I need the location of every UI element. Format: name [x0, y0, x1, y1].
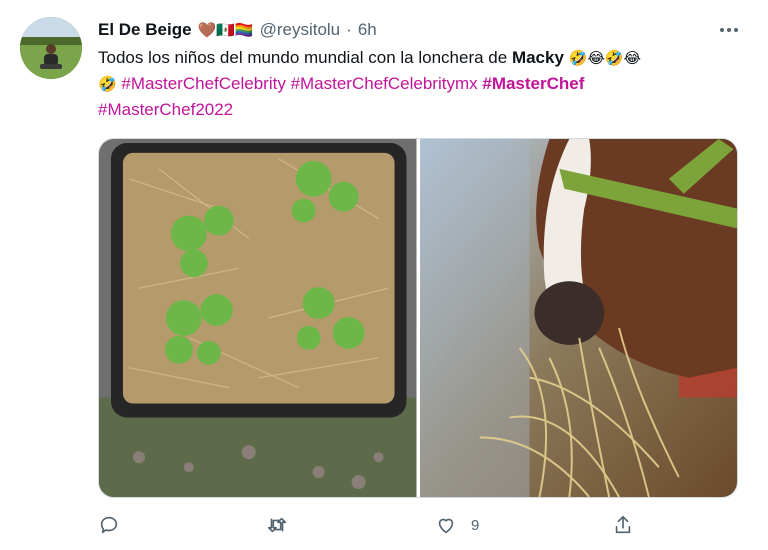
action-bar: 9	[98, 512, 698, 538]
heart-icon	[438, 518, 454, 534]
timestamp[interactable]: 6h	[358, 20, 377, 40]
reply-button[interactable]	[98, 512, 134, 538]
hashtag-link[interactable]: #MasterChef2022	[98, 100, 233, 119]
tweet-emoji-line2: 🤣	[98, 75, 117, 93]
photo-horse[interactable]	[419, 139, 737, 497]
share-button[interactable]	[612, 512, 634, 538]
hashtag-link[interactable]: #MasterChef	[482, 74, 584, 93]
photo-plants[interactable]	[99, 139, 417, 497]
more-options-icon[interactable]	[716, 18, 742, 42]
tweet-emojis: 🤣😂🤣😂	[568, 49, 642, 67]
tweet-text: Todos los niños del mundo mundial con la…	[98, 45, 738, 122]
retweet-icon	[267, 517, 287, 533]
tweet-header: El De Beige 🤎🇲🇽🏳️‍🌈 @reysitolu · 6h	[98, 17, 377, 43]
avatar[interactable]	[20, 17, 82, 79]
like-button[interactable]: 9	[435, 512, 479, 538]
media-grid	[98, 138, 738, 498]
retweet-button[interactable]	[266, 512, 302, 538]
hashtag-link[interactable]: #MasterChefCelebritymx	[291, 74, 478, 93]
tweet: El De Beige 🤎🇲🇽🏳️‍🌈 @reysitolu · 6h Todo…	[0, 0, 768, 550]
reply-icon	[100, 516, 118, 534]
display-name[interactable]: El De Beige	[98, 20, 192, 40]
name-emojis: 🤎🇲🇽🏳️‍🌈	[197, 21, 254, 39]
hashtag-link[interactable]: #MasterChefCelebrity	[121, 74, 285, 93]
like-count: 9	[471, 516, 480, 534]
separator: ·	[346, 20, 352, 39]
tweet-text-line1: Todos los niños del mundo mundial con la…	[98, 48, 512, 67]
handle[interactable]: @reysitolu	[260, 20, 341, 40]
share-icon	[615, 515, 631, 534]
mention-bold: Macky	[511, 48, 564, 67]
